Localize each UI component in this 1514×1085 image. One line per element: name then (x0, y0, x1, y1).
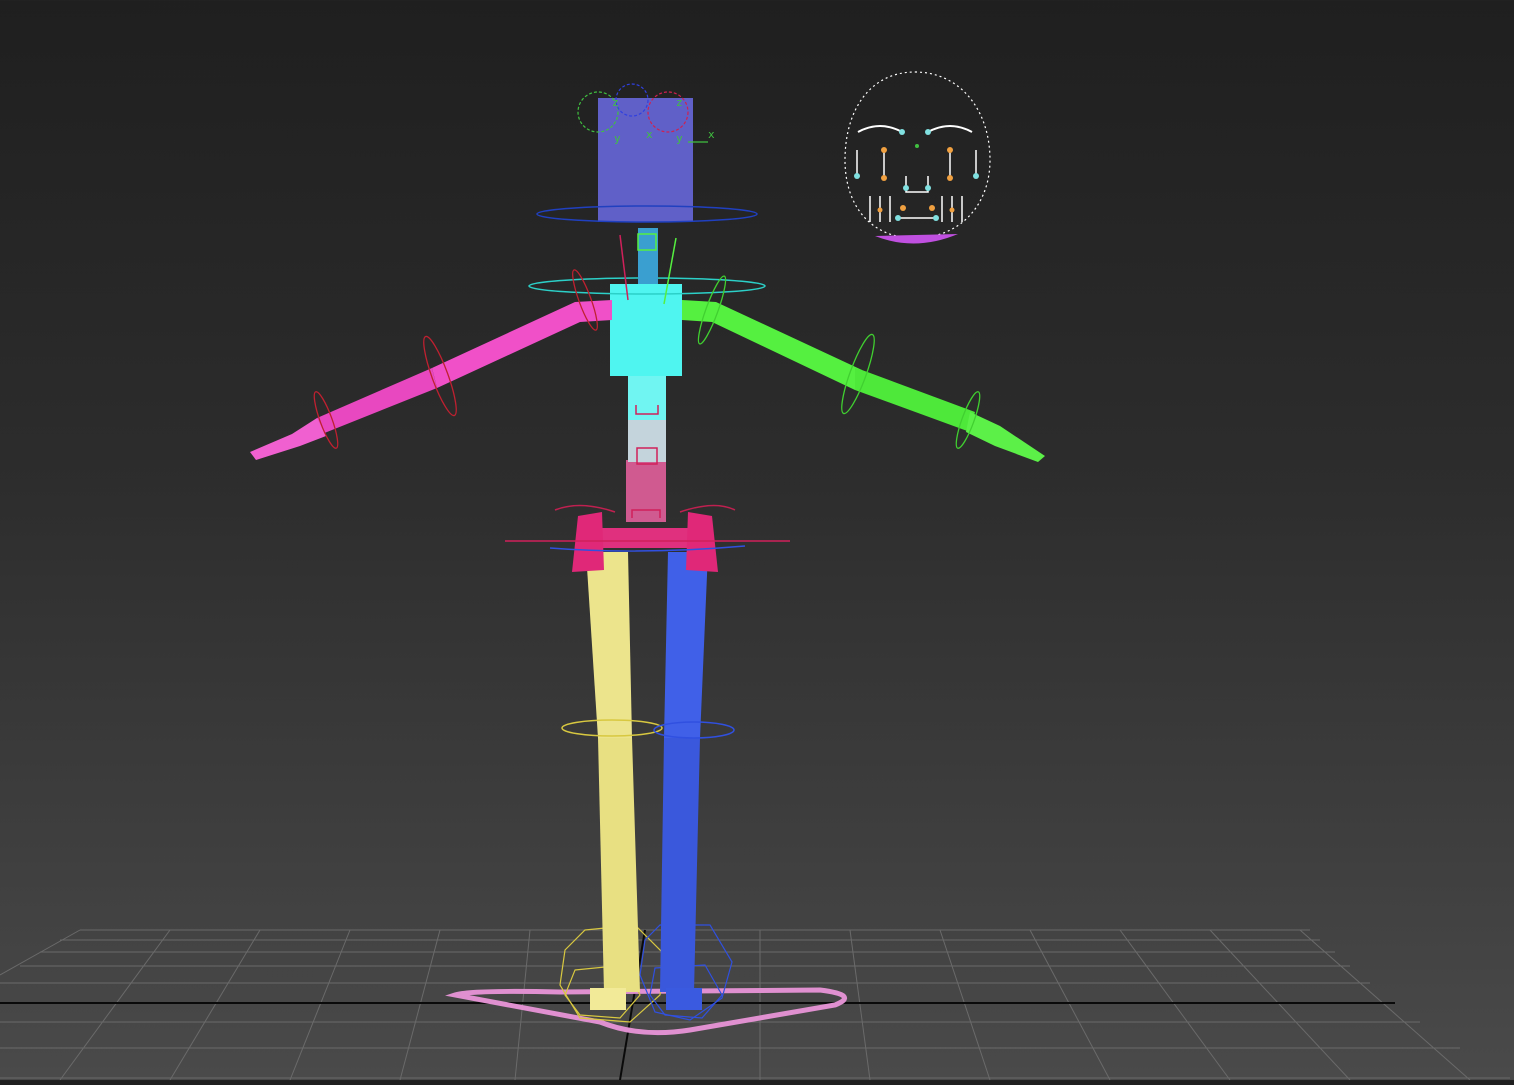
right-leg[interactable] (660, 552, 708, 1010)
face-jaw-shape[interactable] (875, 234, 958, 244)
face-control-panel[interactable] (844, 71, 991, 244)
head[interactable] (598, 98, 693, 222)
svg-text:x: x (646, 128, 653, 141)
spine-mid[interactable] (628, 418, 666, 462)
svg-text:y: y (676, 132, 683, 145)
spine-upper[interactable] (628, 374, 666, 420)
left-leg[interactable] (586, 552, 640, 1010)
3d-viewport[interactable]: z z y x y x (0, 0, 1514, 1081)
face-sliders[interactable] (856, 148, 977, 222)
neck[interactable] (638, 228, 658, 284)
ground-grid (0, 929, 1510, 1081)
face-brow-controls[interactable] (857, 125, 973, 133)
chest[interactable] (610, 284, 682, 376)
svg-text:x: x (708, 128, 715, 141)
face-control-dots[interactable] (854, 129, 979, 221)
left-arm[interactable] (250, 300, 612, 460)
svg-text:y: y (614, 132, 621, 145)
svg-text:z: z (612, 96, 619, 109)
svg-text:z: z (676, 96, 683, 109)
root-controller[interactable] (454, 987, 848, 1036)
